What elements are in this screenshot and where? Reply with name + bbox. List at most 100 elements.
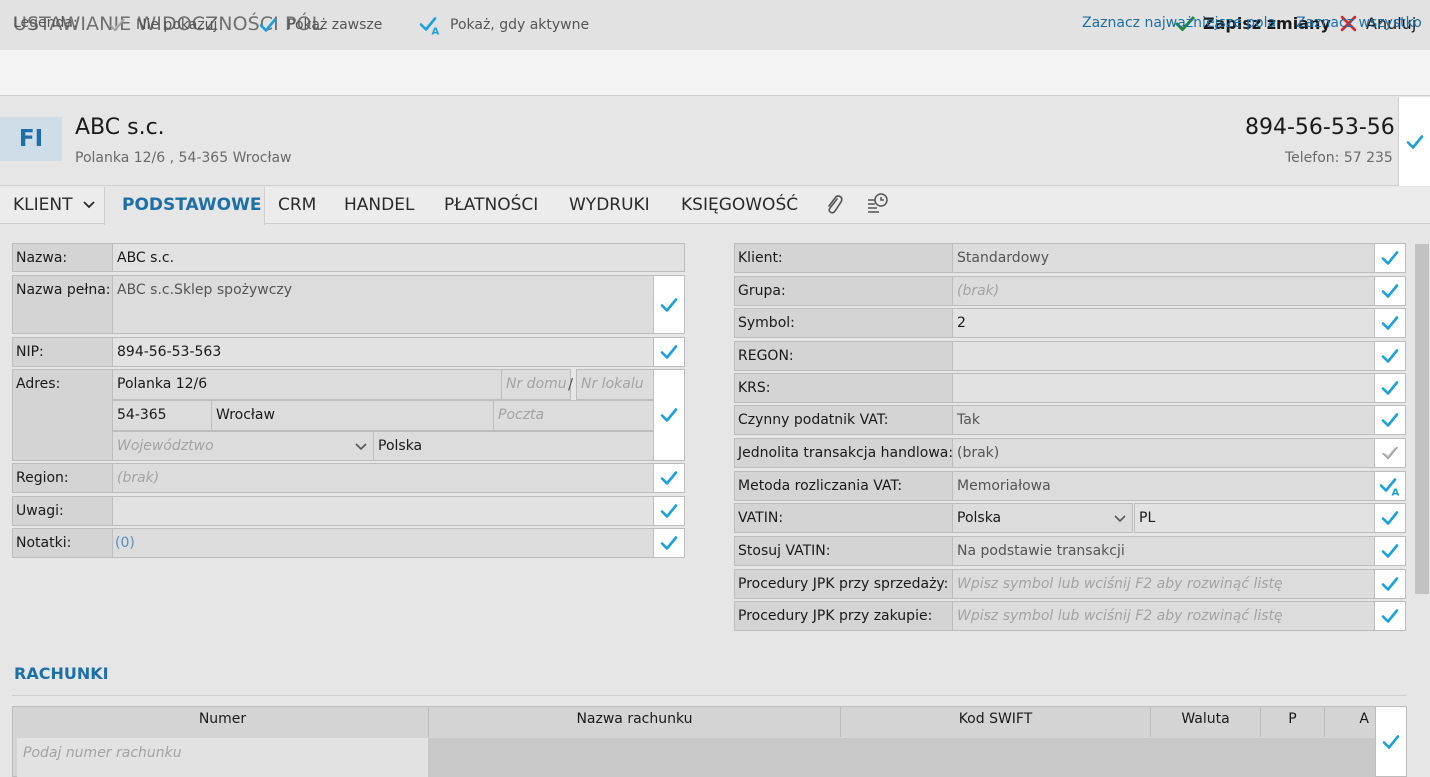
right-row-7-field[interactable]: Memoriałowa bbox=[952, 471, 1375, 501]
right-row-1-visibility-toggle[interactable] bbox=[1374, 276, 1406, 306]
chevron-down-icon bbox=[355, 443, 367, 451]
check-icon bbox=[658, 468, 680, 488]
house-number-field[interactable]: Nr domu bbox=[501, 369, 571, 400]
accounts-section-title: RACHUNKI bbox=[14, 664, 109, 683]
post-office-field[interactable]: Poczta bbox=[493, 400, 654, 431]
col-a-header[interactable]: A bbox=[1325, 707, 1376, 737]
fullname-visibility-toggle[interactable] bbox=[653, 275, 685, 334]
right-row-4-field[interactable] bbox=[952, 373, 1375, 403]
right-row-1-field[interactable]: (brak) bbox=[952, 276, 1375, 306]
right-row-2-field[interactable]: 2 bbox=[952, 308, 1375, 338]
right-row-9-field[interactable]: Na podstawie transakcji bbox=[952, 536, 1375, 566]
voivodeship-select[interactable]: Województwo bbox=[112, 431, 374, 461]
account-number-input[interactable]: Podaj numer rachunku bbox=[17, 738, 428, 777]
col-currency-header[interactable]: Waluta bbox=[1151, 707, 1261, 737]
right-row-5-label: Czynny podatnik VAT: bbox=[734, 405, 953, 435]
right-row-2-label: Symbol: bbox=[734, 308, 953, 338]
right-row-8-visibility-toggle[interactable] bbox=[1374, 503, 1406, 533]
address-visibility-toggle[interactable] bbox=[653, 369, 685, 461]
col-swift-header[interactable]: Kod SWIFT bbox=[841, 707, 1151, 737]
right-row-5-field[interactable]: Tak bbox=[952, 405, 1375, 435]
vatin-code-field[interactable]: PL bbox=[1134, 503, 1375, 533]
scrollbar-thumb[interactable] bbox=[1415, 244, 1429, 594]
check-icon bbox=[257, 15, 279, 35]
right-row-11-field[interactable]: Wpisz symbol lub wciśnij F2 aby rozwinąć… bbox=[952, 601, 1375, 631]
right-row-0-label: Klient: bbox=[734, 243, 953, 273]
country-field[interactable]: Polska bbox=[373, 431, 654, 461]
right-row-5-visibility-toggle[interactable] bbox=[1374, 405, 1406, 435]
name-field[interactable]: ABC s.c. bbox=[112, 243, 685, 272]
legend-show-active: Pokaż, gdy aktywne bbox=[418, 15, 589, 35]
right-row-11-visibility-toggle[interactable] bbox=[1374, 601, 1406, 631]
right-row-6-visibility-toggle[interactable] bbox=[1374, 438, 1406, 468]
tab-payments[interactable]: PŁATNOŚCI bbox=[444, 187, 538, 224]
check-icon bbox=[1404, 132, 1426, 152]
right-row-6-field[interactable]: (brak) bbox=[952, 438, 1375, 468]
vatin-country-value: Polska bbox=[957, 510, 1002, 526]
nip-visibility-toggle[interactable] bbox=[653, 337, 685, 367]
right-row-10-visibility-toggle[interactable] bbox=[1374, 569, 1406, 599]
company-name: ABC s.c. bbox=[75, 115, 165, 140]
tab-prints[interactable]: WYDRUKI bbox=[569, 187, 650, 224]
memo-visibility-toggle[interactable] bbox=[653, 528, 685, 558]
legend-not-show-label: Nie pokazuj bbox=[136, 17, 218, 33]
memo-label: Notatki: bbox=[12, 528, 113, 558]
right-row-3-visibility-toggle[interactable] bbox=[1374, 341, 1406, 371]
notes-field[interactable] bbox=[112, 496, 654, 526]
tab-basic[interactable]: PODSTAWOWE bbox=[104, 187, 265, 225]
right-row-9-visibility-toggle[interactable] bbox=[1374, 536, 1406, 566]
address-label: Adres: bbox=[12, 369, 113, 461]
account-row-filler bbox=[428, 738, 1376, 777]
vatin-country-select[interactable]: Polska bbox=[952, 503, 1133, 533]
legend-label: Legenda: bbox=[13, 15, 78, 31]
right-row-7-visibility-toggle[interactable] bbox=[1374, 471, 1406, 501]
select-all-link[interactable]: Zaznacz wszystko bbox=[1296, 15, 1422, 31]
flat-number-field[interactable]: Nr lokalu bbox=[576, 369, 654, 400]
check-icon bbox=[658, 501, 680, 521]
accounts-visibility-toggle[interactable] bbox=[1375, 706, 1407, 777]
right-row-4-visibility-toggle[interactable] bbox=[1374, 373, 1406, 403]
right-row-6-label: Jednolita transakcja handlowa: bbox=[734, 438, 953, 468]
col-p-header[interactable]: P bbox=[1261, 707, 1325, 737]
tab-bar: KLIENT PODSTAWOWE CRM HANDEL PŁATNOŚCI W… bbox=[0, 187, 1430, 225]
col-name-header[interactable]: Nazwa rachunku bbox=[429, 707, 841, 737]
memo-field[interactable]: (0) bbox=[112, 528, 654, 558]
check-icon bbox=[1379, 606, 1401, 626]
tab-accounting[interactable]: KSIĘGOWOŚĆ bbox=[681, 187, 798, 224]
right-row-3-field[interactable] bbox=[952, 341, 1375, 371]
street-field[interactable]: Polanka 12/6 bbox=[112, 369, 502, 400]
city-field[interactable]: Wrocław bbox=[211, 400, 494, 431]
region-visibility-toggle[interactable] bbox=[653, 463, 685, 493]
header-phone: Telefon: 57 235 2 bbox=[1285, 150, 1407, 166]
tab-history[interactable] bbox=[866, 192, 890, 229]
tab-client-dropdown[interactable]: KLIENT bbox=[13, 187, 96, 224]
accounts-divider bbox=[12, 695, 1406, 696]
notes-visibility-toggle[interactable] bbox=[653, 496, 685, 526]
tab-crm[interactable]: CRM bbox=[278, 187, 316, 224]
select-important-link[interactable]: Zaznacz najważniejsze pola bbox=[1082, 15, 1276, 31]
right-row-7-label: Metoda rozliczania VAT: bbox=[734, 471, 953, 501]
tab-trade[interactable]: HANDEL bbox=[344, 187, 414, 224]
check-icon bbox=[1379, 281, 1401, 301]
fullname-field[interactable]: ABC s.c.Sklep spożywczy bbox=[112, 275, 654, 334]
right-row-0-field[interactable]: Standardowy bbox=[952, 243, 1375, 273]
zip-field[interactable]: 54-365 bbox=[112, 400, 212, 431]
col-number-header[interactable]: Numer bbox=[17, 707, 429, 737]
legend-not-show: Nie pokazuj bbox=[106, 15, 217, 35]
right-row-10-field[interactable]: Wpisz symbol lub wciśnij F2 aby rozwinąć… bbox=[952, 569, 1375, 599]
tab-attachments[interactable] bbox=[824, 193, 844, 230]
right-row-0-visibility-toggle[interactable] bbox=[1374, 243, 1406, 273]
legend-show-always-label: Pokaż zawsze bbox=[287, 17, 383, 33]
right-row-2-visibility-toggle[interactable] bbox=[1374, 308, 1406, 338]
gray-check-icon bbox=[1379, 443, 1401, 463]
nip-field[interactable]: 894-56-53-563 bbox=[112, 337, 654, 367]
check-a-icon bbox=[1378, 476, 1402, 496]
check-icon bbox=[1379, 313, 1401, 333]
header-visibility-toggle[interactable] bbox=[1398, 97, 1430, 186]
check-icon bbox=[1379, 541, 1401, 561]
header-nip: 894-56-53-56 bbox=[1245, 115, 1395, 140]
check-icon bbox=[1379, 508, 1401, 528]
legend-show-active-label: Pokaż, gdy aktywne bbox=[450, 17, 590, 33]
chevron-down-icon bbox=[1114, 515, 1126, 523]
region-field[interactable]: (brak) bbox=[112, 463, 654, 493]
